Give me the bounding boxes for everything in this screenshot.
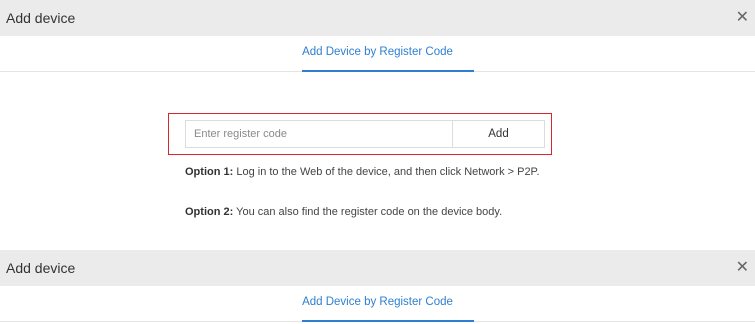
tab-bar: Add Device by Register Code: [0, 286, 755, 322]
add-device-dialog: Add device ✕ Add Device by Register Code…: [0, 0, 755, 250]
option-2-hint: Option 2: You can also find the register…: [185, 206, 502, 218]
option-2-text: You can also find the register code on t…: [233, 206, 503, 218]
option-2-label: Option 2:: [185, 206, 234, 218]
active-tab-indicator: [302, 320, 474, 322]
register-code-form: Add: [168, 113, 552, 155]
active-tab-indicator: [302, 70, 474, 72]
dialog-title: Add device: [6, 260, 76, 276]
option-1-text: Log in to the Web of the device, and the…: [233, 166, 540, 178]
option-1-hint: Option 1: Log in to the Web of the devic…: [185, 166, 540, 178]
add-device-dialog-repeat: Add device ✕ Add Device by Register Code: [0, 250, 755, 324]
dialog-titlebar: Add device ✕: [0, 0, 755, 36]
close-icon[interactable]: ✕: [736, 10, 749, 26]
tab-bar: Add Device by Register Code: [0, 36, 755, 72]
dialog-title: Add device: [6, 10, 76, 26]
close-icon[interactable]: ✕: [736, 260, 749, 276]
tab-register-code[interactable]: Add Device by Register Code: [0, 46, 755, 58]
register-code-input[interactable]: [185, 120, 453, 148]
tab-register-code[interactable]: Add Device by Register Code: [0, 296, 755, 308]
dialog-titlebar: Add device ✕: [0, 250, 755, 286]
add-button[interactable]: Add: [453, 120, 545, 148]
option-1-label: Option 1:: [185, 166, 234, 178]
